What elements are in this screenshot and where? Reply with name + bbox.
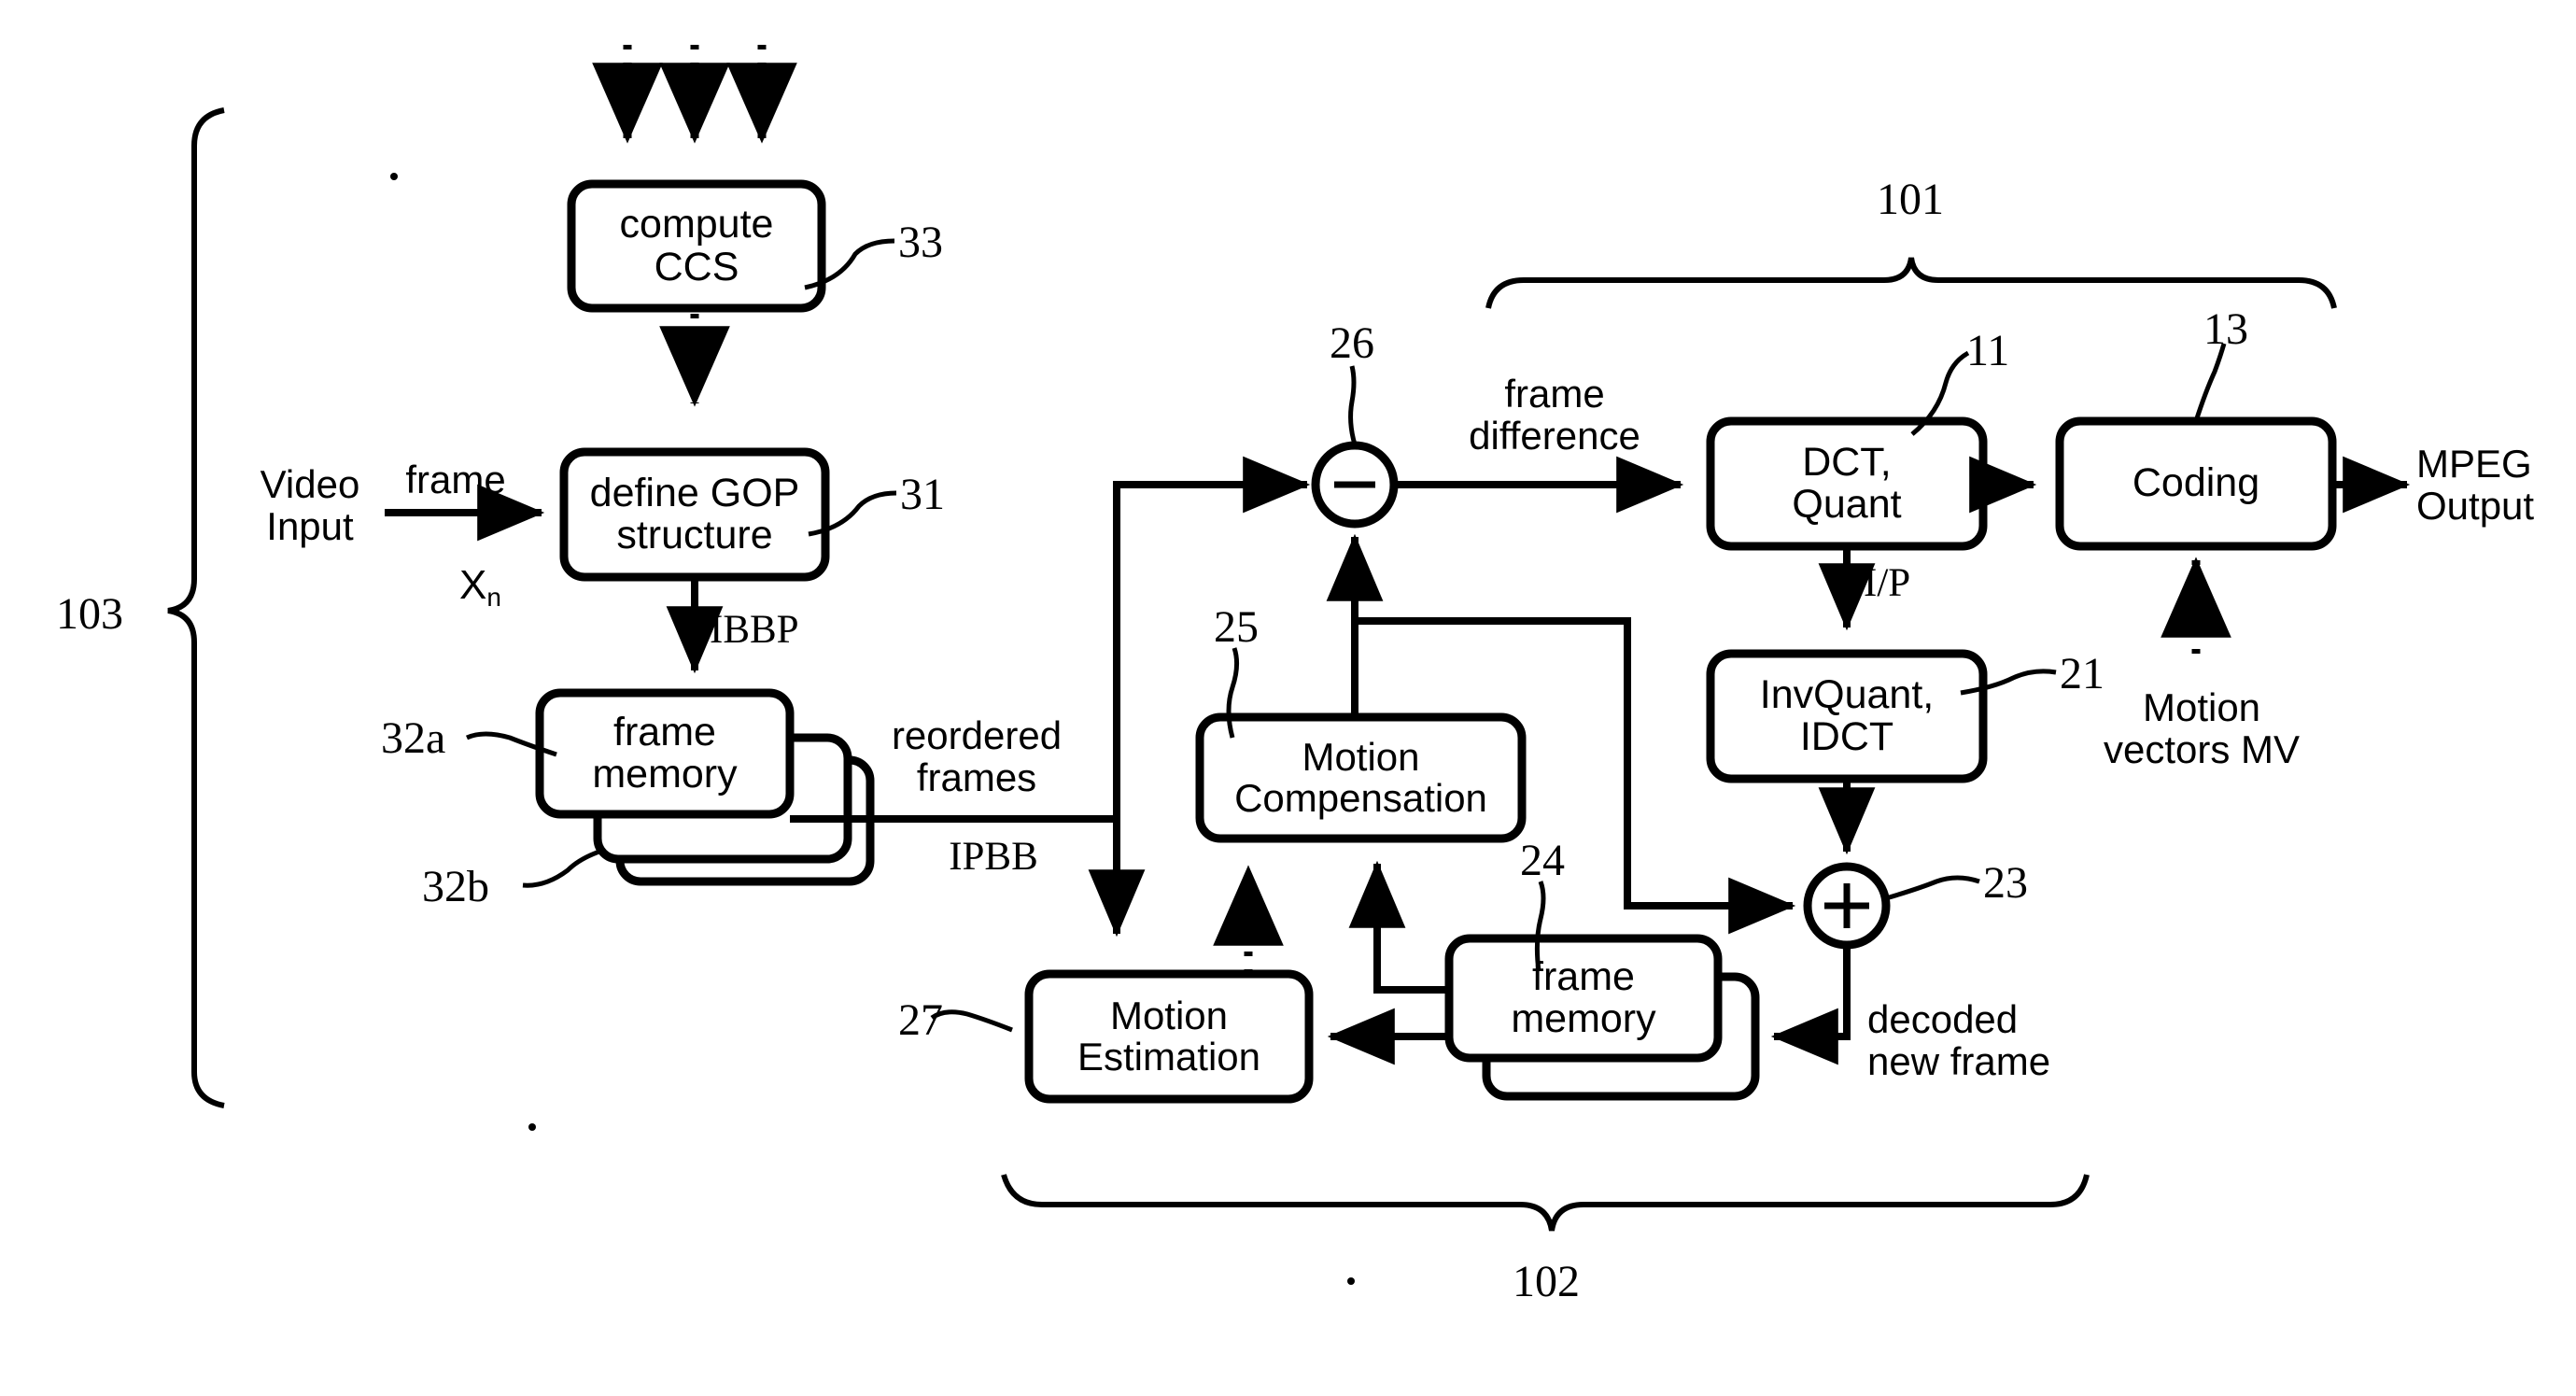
ref-numeral-31: 31 [900, 470, 945, 519]
block-label-frame-memory-input: frame memory [592, 709, 738, 797]
block-label-invquant-idct: InvQuant, IDCT [1759, 671, 1935, 759]
ref-numeral-26: 26 [1330, 318, 1374, 368]
frame-xn-sub: n [486, 582, 501, 612]
group-label-102: 102 [1513, 1257, 1580, 1306]
ref-numeral-11: 11 [1966, 326, 2010, 375]
ref-numeral-24: 24 [1520, 836, 1565, 885]
signal-label-frame-difference: frame difference [1469, 372, 1640, 458]
ref-numeral-32b: 32b [422, 862, 489, 911]
ref-numeral-32a: 32a [381, 713, 446, 763]
ref-numeral-27: 27 [898, 995, 943, 1045]
signal-label-reordered-frames: reordered frames [891, 713, 1063, 799]
group-label-101: 101 [1877, 175, 1944, 224]
ref-numeral-25: 25 [1214, 602, 1259, 652]
block-label-frame-memory-reference: frame memory [1511, 953, 1656, 1041]
ref-numeral-13: 13 [2203, 304, 2248, 354]
ref-numeral-33: 33 [898, 218, 943, 267]
ref-numeral-23: 23 [1983, 858, 2028, 908]
signal-label-video-input: Video Input [260, 462, 360, 548]
block-label-dct-quant: DCT, Quant [1792, 439, 1902, 527]
block-label-motion-compensation: Motion Compensation [1234, 734, 1487, 820]
signal-label-motion-vectors: Motion vectors MV [2103, 685, 2301, 771]
block-label-compute-ccs: compute CCS [619, 202, 774, 289]
signal-label-ip: I/P [1864, 561, 1911, 605]
signal-label-ipbb: IPBB [949, 835, 1038, 879]
frame-xn-base: X [458, 562, 487, 609]
block-label-define-gop: define GOP structure [589, 470, 800, 557]
signal-label-frame: frame [405, 458, 506, 501]
signal-label-ibbp: IBBP [710, 608, 799, 652]
block-label-coding: Coding [2132, 460, 2260, 506]
signal-label-mpeg-output: MPEG Output [2416, 442, 2535, 528]
signal-label-frame-xn-subscript: Xn [411, 519, 504, 656]
block-label-motion-estimation: Motion Estimation [1077, 993, 1261, 1079]
figure-canvas: compute CCS define GOP structure frame memo… [0, 0, 2576, 1396]
signal-label-decoded-new-frame: decoded new frame [1867, 997, 2051, 1083]
group-label-103: 103 [56, 589, 123, 639]
